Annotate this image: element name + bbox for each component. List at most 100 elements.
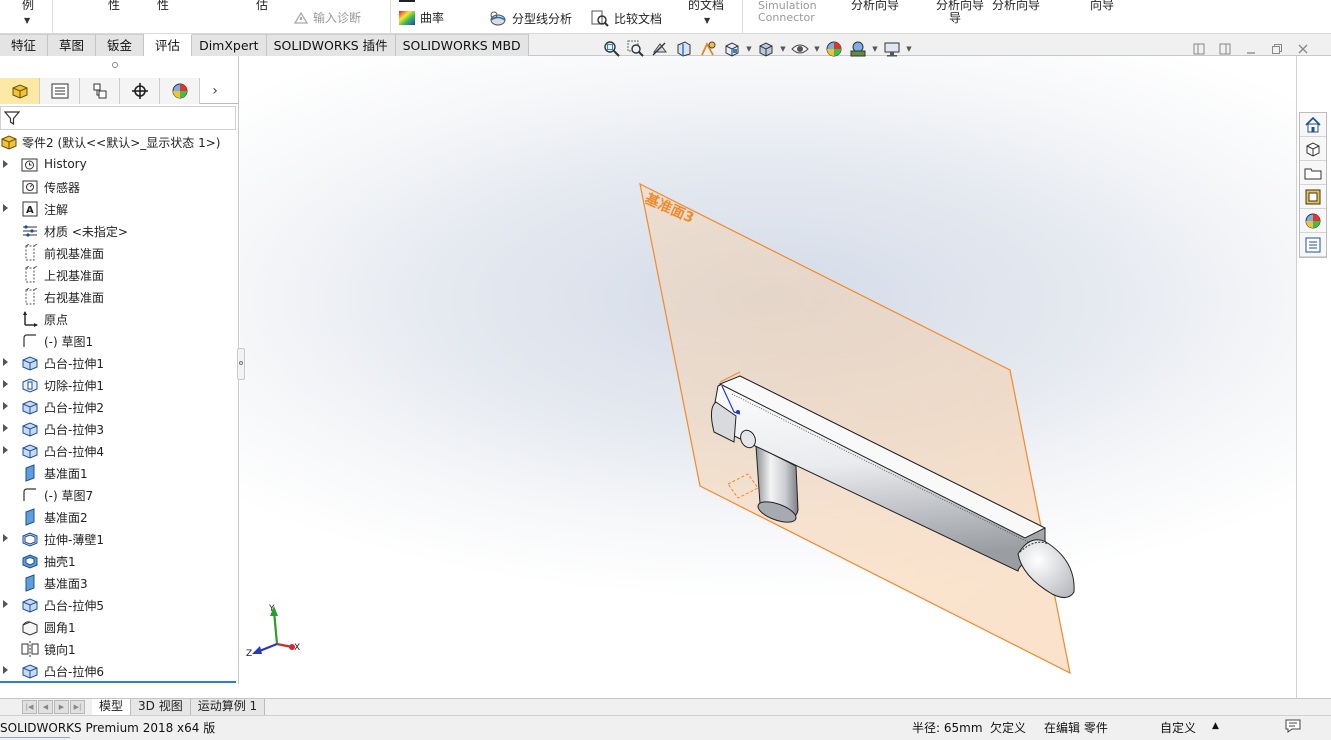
tree-item[interactable]: 凸台-拉伸6 (0, 660, 238, 682)
ribbon-cut-label[interactable]: 性 (108, 0, 120, 13)
display-style-icon[interactable] (754, 38, 778, 60)
edit-appearance-icon[interactable] (822, 38, 846, 60)
quick-tips-icon[interactable] (1284, 718, 1302, 737)
simulation-connector-button[interactable]: Simulation Connector (758, 0, 817, 24)
prev-tab-icon[interactable]: ◀ (38, 700, 53, 714)
tree-item[interactable]: 基准面1 (0, 462, 238, 484)
ribbon-cut-label[interactable]: 性 (157, 0, 169, 13)
tree-item[interactable]: History (0, 154, 238, 176)
chevron-down-icon[interactable]: ▼ (704, 16, 710, 25)
chevron-down-icon[interactable]: ▼ (778, 45, 788, 53)
ribbon-cut-label[interactable]: 的文档 (688, 0, 724, 13)
expand-arrow-icon[interactable] (3, 160, 8, 168)
tab-features[interactable]: 特征 (0, 34, 49, 56)
close-icon[interactable] (1294, 40, 1312, 58)
expand-arrow-icon[interactable] (3, 204, 8, 212)
chevron-down-icon[interactable]: ▼ (870, 45, 880, 53)
curvature-button[interactable]: 曲率 (398, 9, 444, 26)
tree-item[interactable]: 传感器 (0, 176, 238, 198)
tab-sheet-metal[interactable]: 钣金 (96, 34, 145, 56)
chevron-down-icon[interactable]: ▼ (24, 16, 30, 25)
ribbon-cut-label[interactable]: 向导 (1090, 0, 1114, 13)
expand-arrow-icon[interactable] (3, 534, 8, 542)
expand-arrow-icon[interactable] (3, 380, 8, 388)
apply-scene-icon[interactable] (846, 38, 870, 60)
dimxpert-manager-tab[interactable] (120, 78, 160, 104)
compare-documents-button[interactable]: 比较文档 (590, 9, 662, 27)
tree-item[interactable]: 抽壳1 (0, 550, 238, 572)
chevron-down-icon[interactable]: ▼ (904, 45, 914, 53)
tree-item[interactable]: 拉伸-薄壁1 (0, 528, 238, 550)
tree-item[interactable]: (-) 草图1 (0, 330, 238, 352)
dynamic-annotation-icon[interactable] (696, 38, 720, 60)
tab-solidworks-mbd[interactable]: SOLIDWORKS MBD (395, 34, 529, 56)
tab-3d-views[interactable]: 3D 视图 (131, 699, 191, 715)
tree-item[interactable]: 凸台-拉伸4 (0, 440, 238, 462)
chevron-down-icon[interactable]: ▼ (744, 45, 754, 53)
tree-item[interactable]: 上视基准面 (0, 264, 238, 286)
expand-arrow-icon[interactable] (3, 446, 8, 454)
appearances-icon[interactable] (1300, 209, 1326, 233)
zoom-to-fit-icon[interactable] (600, 38, 624, 60)
tab-sketch[interactable]: 草图 (48, 34, 97, 56)
expand-arrow-icon[interactable] (3, 402, 8, 410)
tree-item[interactable]: 凸台-拉伸3 (0, 418, 238, 440)
tab-solidworks-addins[interactable]: SOLIDWORKS 插件 (266, 34, 396, 56)
tree-item[interactable]: 材质 <未指定> (0, 220, 238, 242)
next-tab-icon[interactable]: ▶ (54, 700, 69, 714)
property-manager-tab[interactable] (40, 78, 80, 104)
last-tab-icon[interactable]: ▶| (70, 700, 85, 714)
tree-item[interactable]: (-) 草图7 (0, 484, 238, 506)
tree-item[interactable]: 凸台-拉伸1 (0, 352, 238, 374)
tab-evaluate[interactable]: 评估 (144, 34, 193, 56)
solidworks-resources-icon[interactable] (1300, 113, 1326, 137)
minimize-icon[interactable] (1242, 40, 1260, 58)
chevron-down-icon[interactable]: ▼ (812, 45, 822, 53)
tree-item[interactable]: 圆角1 (0, 616, 238, 638)
graphics-area[interactable]: 基准面3 Y Z X (240, 56, 1296, 698)
panel-grip-icon[interactable] (112, 62, 118, 68)
tree-item[interactable]: 镜向1 (0, 638, 238, 660)
chevron-up-icon[interactable]: ▲ (1212, 721, 1219, 731)
first-tab-icon[interactable]: |◀ (22, 700, 37, 714)
tree-item[interactable]: 右视基准面 (0, 286, 238, 308)
panel-splitter-handle[interactable] (237, 348, 245, 380)
view-orientation-icon[interactable] (720, 38, 744, 60)
chevron-right-icon[interactable]: › (200, 78, 230, 104)
ribbon-cut-label[interactable]: 分析向导 (851, 0, 899, 13)
tree-item[interactable]: 原点 (0, 308, 238, 330)
custom-properties-icon[interactable] (1300, 233, 1326, 257)
reference-plane-3[interactable] (639, 182, 1071, 675)
zoom-to-area-icon[interactable] (624, 38, 648, 60)
tree-item[interactable]: 凸台-拉伸5 (0, 594, 238, 616)
expand-arrow-icon[interactable] (3, 424, 8, 432)
tree-item[interactable]: 凸台-拉伸2 (0, 396, 238, 418)
ribbon-cut-label[interactable]: 估 (256, 0, 268, 13)
tree-item[interactable]: A 注解 (0, 198, 238, 220)
tree-item[interactable]: 前视基准面 (0, 242, 238, 264)
expand-arrow-icon[interactable] (3, 358, 8, 366)
tile-left-icon[interactable] (1190, 40, 1208, 58)
tree-item[interactable]: 切除-拉伸1 (0, 374, 238, 396)
tab-model[interactable]: 模型 (92, 699, 132, 715)
previous-view-icon[interactable] (648, 38, 672, 60)
design-library-icon[interactable] (1300, 137, 1326, 161)
input-diagnostics-button[interactable]: 输入诊断 (293, 9, 361, 26)
display-manager-tab[interactable] (160, 78, 200, 104)
tree-filter-field[interactable] (0, 106, 236, 130)
hide-show-items-icon[interactable] (788, 38, 812, 60)
expand-arrow-icon[interactable] (3, 600, 8, 608)
tab-dimxpert[interactable]: DimXpert (192, 34, 267, 56)
parting-line-analysis-button[interactable]: 分型线分析 (488, 9, 572, 27)
file-explorer-icon[interactable] (1300, 161, 1326, 185)
ribbon-cut-label[interactable]: 例 (22, 0, 34, 13)
ribbon-cut-label[interactable]: 分析向导 (992, 0, 1040, 13)
tree-root-part[interactable]: 零件2 (默认<<默认>_显示状态 1>) (0, 132, 220, 152)
tile-right-icon[interactable] (1216, 40, 1234, 58)
configuration-manager-tab[interactable] (80, 78, 120, 104)
restore-icon[interactable] (1268, 40, 1286, 58)
expand-arrow-icon[interactable] (3, 666, 8, 674)
tree-item[interactable]: 基准面2 (0, 506, 238, 528)
view-palette-icon[interactable] (1300, 185, 1326, 209)
tree-item[interactable]: 基准面3 (0, 572, 238, 594)
